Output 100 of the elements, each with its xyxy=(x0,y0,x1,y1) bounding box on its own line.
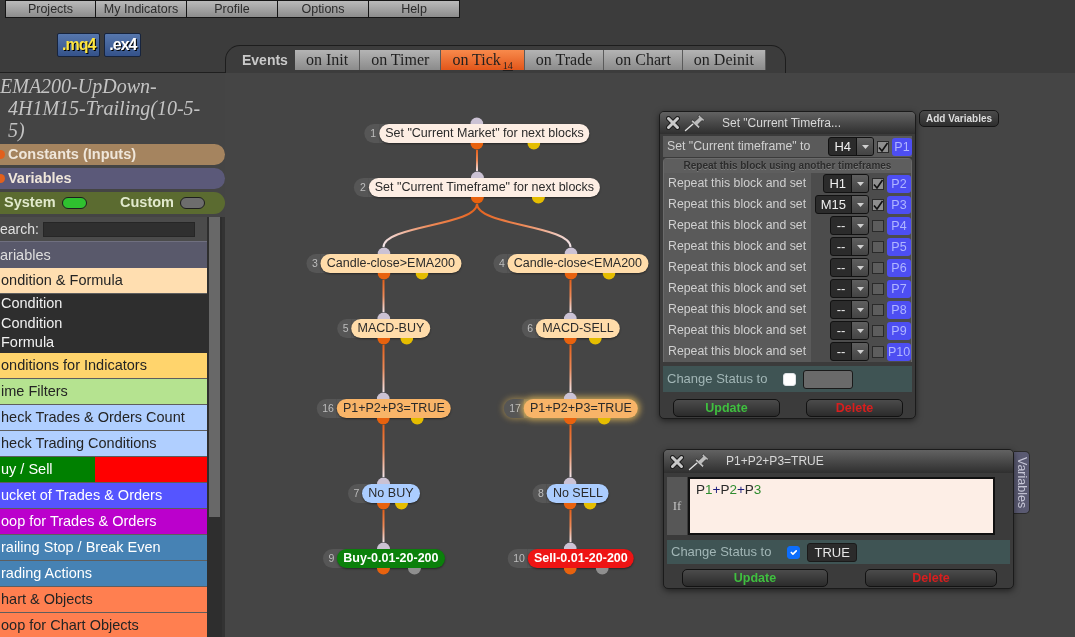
checkbox[interactable] xyxy=(872,177,884,190)
timeframe-select[interactable]: -- xyxy=(830,342,869,361)
event-tab[interactable]: on Tick$_{14}$ xyxy=(441,50,525,70)
category-item[interactable]: ucket of Trades & Orders xyxy=(0,482,207,509)
checkbox[interactable] xyxy=(872,282,884,295)
checkbox[interactable] xyxy=(787,545,801,559)
category-item[interactable]: heck Trading Conditions xyxy=(0,430,207,457)
caret-icon xyxy=(856,223,864,228)
timeframe-select[interactable]: H4 xyxy=(828,137,874,156)
timeframe-select[interactable]: -- xyxy=(830,279,869,298)
category-subitem[interactable]: Formula xyxy=(0,333,207,353)
timeframe-select[interactable]: -- xyxy=(830,321,869,340)
block-number: 17 xyxy=(503,399,524,418)
flow-block[interactable]: P1+P2+P3=TRUE xyxy=(336,399,451,418)
flow-block[interactable]: Set "Current Market" for next blocks xyxy=(379,124,590,143)
toggle-switch[interactable] xyxy=(180,197,205,209)
flow-block[interactable]: No BUY xyxy=(362,484,420,503)
category-item[interactable]: ondition & Formula xyxy=(0,268,207,294)
flow-block[interactable]: Candle-close<EMA200 xyxy=(507,254,648,273)
update-button[interactable]: Update xyxy=(673,399,780,417)
parameter-badge: P3 xyxy=(887,195,911,214)
connector-line xyxy=(476,149,478,172)
file-type-button[interactable]: .mq4 xyxy=(57,33,101,57)
timeframe-select[interactable]: -- xyxy=(830,237,869,256)
status-field[interactable] xyxy=(803,369,854,389)
search-field[interactable] xyxy=(42,221,195,237)
field-label: Repeat this block and set xyxy=(664,173,811,194)
variables-tab[interactable]: Variables xyxy=(1014,451,1030,514)
checkbox[interactable] xyxy=(877,140,889,153)
menu-button[interactable]: Projects xyxy=(5,0,96,18)
caret-icon xyxy=(861,144,869,149)
menu-button[interactable]: Options xyxy=(278,0,369,18)
flow-block[interactable]: No SELL xyxy=(546,484,609,503)
field-label: Repeat this block and set xyxy=(664,278,811,299)
caret-icon xyxy=(856,202,864,207)
flow-block[interactable]: Buy-0.01-20-200 xyxy=(337,549,445,568)
category-item[interactable]: oop for Trades & Orders xyxy=(0,508,207,535)
project-title: EMA200-UpDown- 4H1M15-Trailing(10-5- 5) xyxy=(0,74,202,141)
connector-line xyxy=(569,424,572,478)
checkbox[interactable] xyxy=(872,240,884,253)
toggle-switch[interactable] xyxy=(61,197,87,209)
flow-block[interactable]: Candle-close>EMA200 xyxy=(320,254,461,273)
parameter-badge: P8 xyxy=(887,300,911,319)
update-button[interactable]: Update xyxy=(682,569,828,587)
close-icon[interactable] xyxy=(670,454,684,469)
timeframe-select[interactable]: -- xyxy=(830,216,869,235)
event-tab[interactable]: on Timer xyxy=(360,50,442,70)
category-subitem[interactable]: Condition xyxy=(0,294,207,314)
file-type-button[interactable]: .ex4 xyxy=(104,33,142,57)
event-tab[interactable]: on Chart xyxy=(604,50,683,70)
status-field[interactable]: TRUE xyxy=(807,542,858,562)
section-header[interactable]: Variables xyxy=(0,168,225,189)
menu-button[interactable]: Profile xyxy=(187,0,278,18)
field-label: Repeat this block and set xyxy=(664,236,811,257)
condition-label: If xyxy=(667,477,687,535)
timeframe-select[interactable]: -- xyxy=(830,258,869,277)
checkbox[interactable] xyxy=(872,219,884,232)
parameter-badge: P2 xyxy=(887,174,911,193)
category-subitem[interactable]: Condition xyxy=(0,313,207,333)
menu-button[interactable]: Help xyxy=(369,0,460,18)
scrollbar-thumb[interactable] xyxy=(209,217,220,517)
checkbox[interactable] xyxy=(872,324,884,337)
formula-field[interactable]: P1+P2+P3 xyxy=(688,477,995,535)
checkbox[interactable] xyxy=(872,198,884,211)
pin-icon[interactable] xyxy=(684,114,706,132)
category-item[interactable]: ime Filters xyxy=(0,378,207,405)
category-item[interactable]: hart & Objects xyxy=(0,586,207,613)
flow-block[interactable]: Sell-0.01-20-200 xyxy=(527,549,634,568)
flow-block[interactable]: MACD-BUY xyxy=(351,319,431,338)
flow-block[interactable]: Set "Current Timeframe" for next blocks xyxy=(368,178,601,197)
add-variables-button[interactable]: Add Variables xyxy=(919,110,999,127)
pin-icon[interactable] xyxy=(688,452,710,471)
category-item[interactable]: onditions for Indicators xyxy=(0,352,207,379)
flow-block[interactable]: MACD-SELL xyxy=(536,319,620,338)
field-label: Repeat this block and set xyxy=(664,320,811,341)
checkbox[interactable] xyxy=(872,345,884,358)
flow-block[interactable]: P1+P2+P3=TRUE xyxy=(523,399,638,418)
field-label: Repeat this block and set xyxy=(664,194,811,215)
field-label: Repeat this block and set xyxy=(664,341,811,362)
category-item[interactable]: oop for Chart Objects xyxy=(0,612,207,637)
caret-icon xyxy=(856,307,864,312)
checkbox[interactable] xyxy=(872,261,884,274)
event-tab[interactable]: on Init xyxy=(294,50,361,70)
connector-line xyxy=(382,279,385,313)
close-icon[interactable] xyxy=(666,116,680,130)
category-item[interactable]: rading Actions xyxy=(0,560,207,587)
connector-line xyxy=(569,509,572,543)
category-item[interactable]: railing Stop / Break Even xyxy=(0,534,207,561)
field-label: Repeat this block and set xyxy=(664,215,811,236)
block-number: 9 xyxy=(322,549,338,568)
timeframe-select[interactable]: M15 xyxy=(814,195,869,214)
category-item[interactable]: heck Trades & Orders Count xyxy=(0,404,207,431)
field-label: Repeat this block and set xyxy=(664,299,811,320)
menu-button[interactable]: My Indicators xyxy=(96,0,187,18)
category-item[interactable]: uy / Sell xyxy=(0,456,207,483)
timeframe-select[interactable]: H1 xyxy=(823,174,869,193)
checkbox[interactable] xyxy=(872,303,884,316)
event-tab[interactable]: on Trade xyxy=(524,50,605,70)
timeframe-select[interactable]: -- xyxy=(830,300,869,319)
event-tab[interactable]: on Deinit xyxy=(682,50,766,70)
